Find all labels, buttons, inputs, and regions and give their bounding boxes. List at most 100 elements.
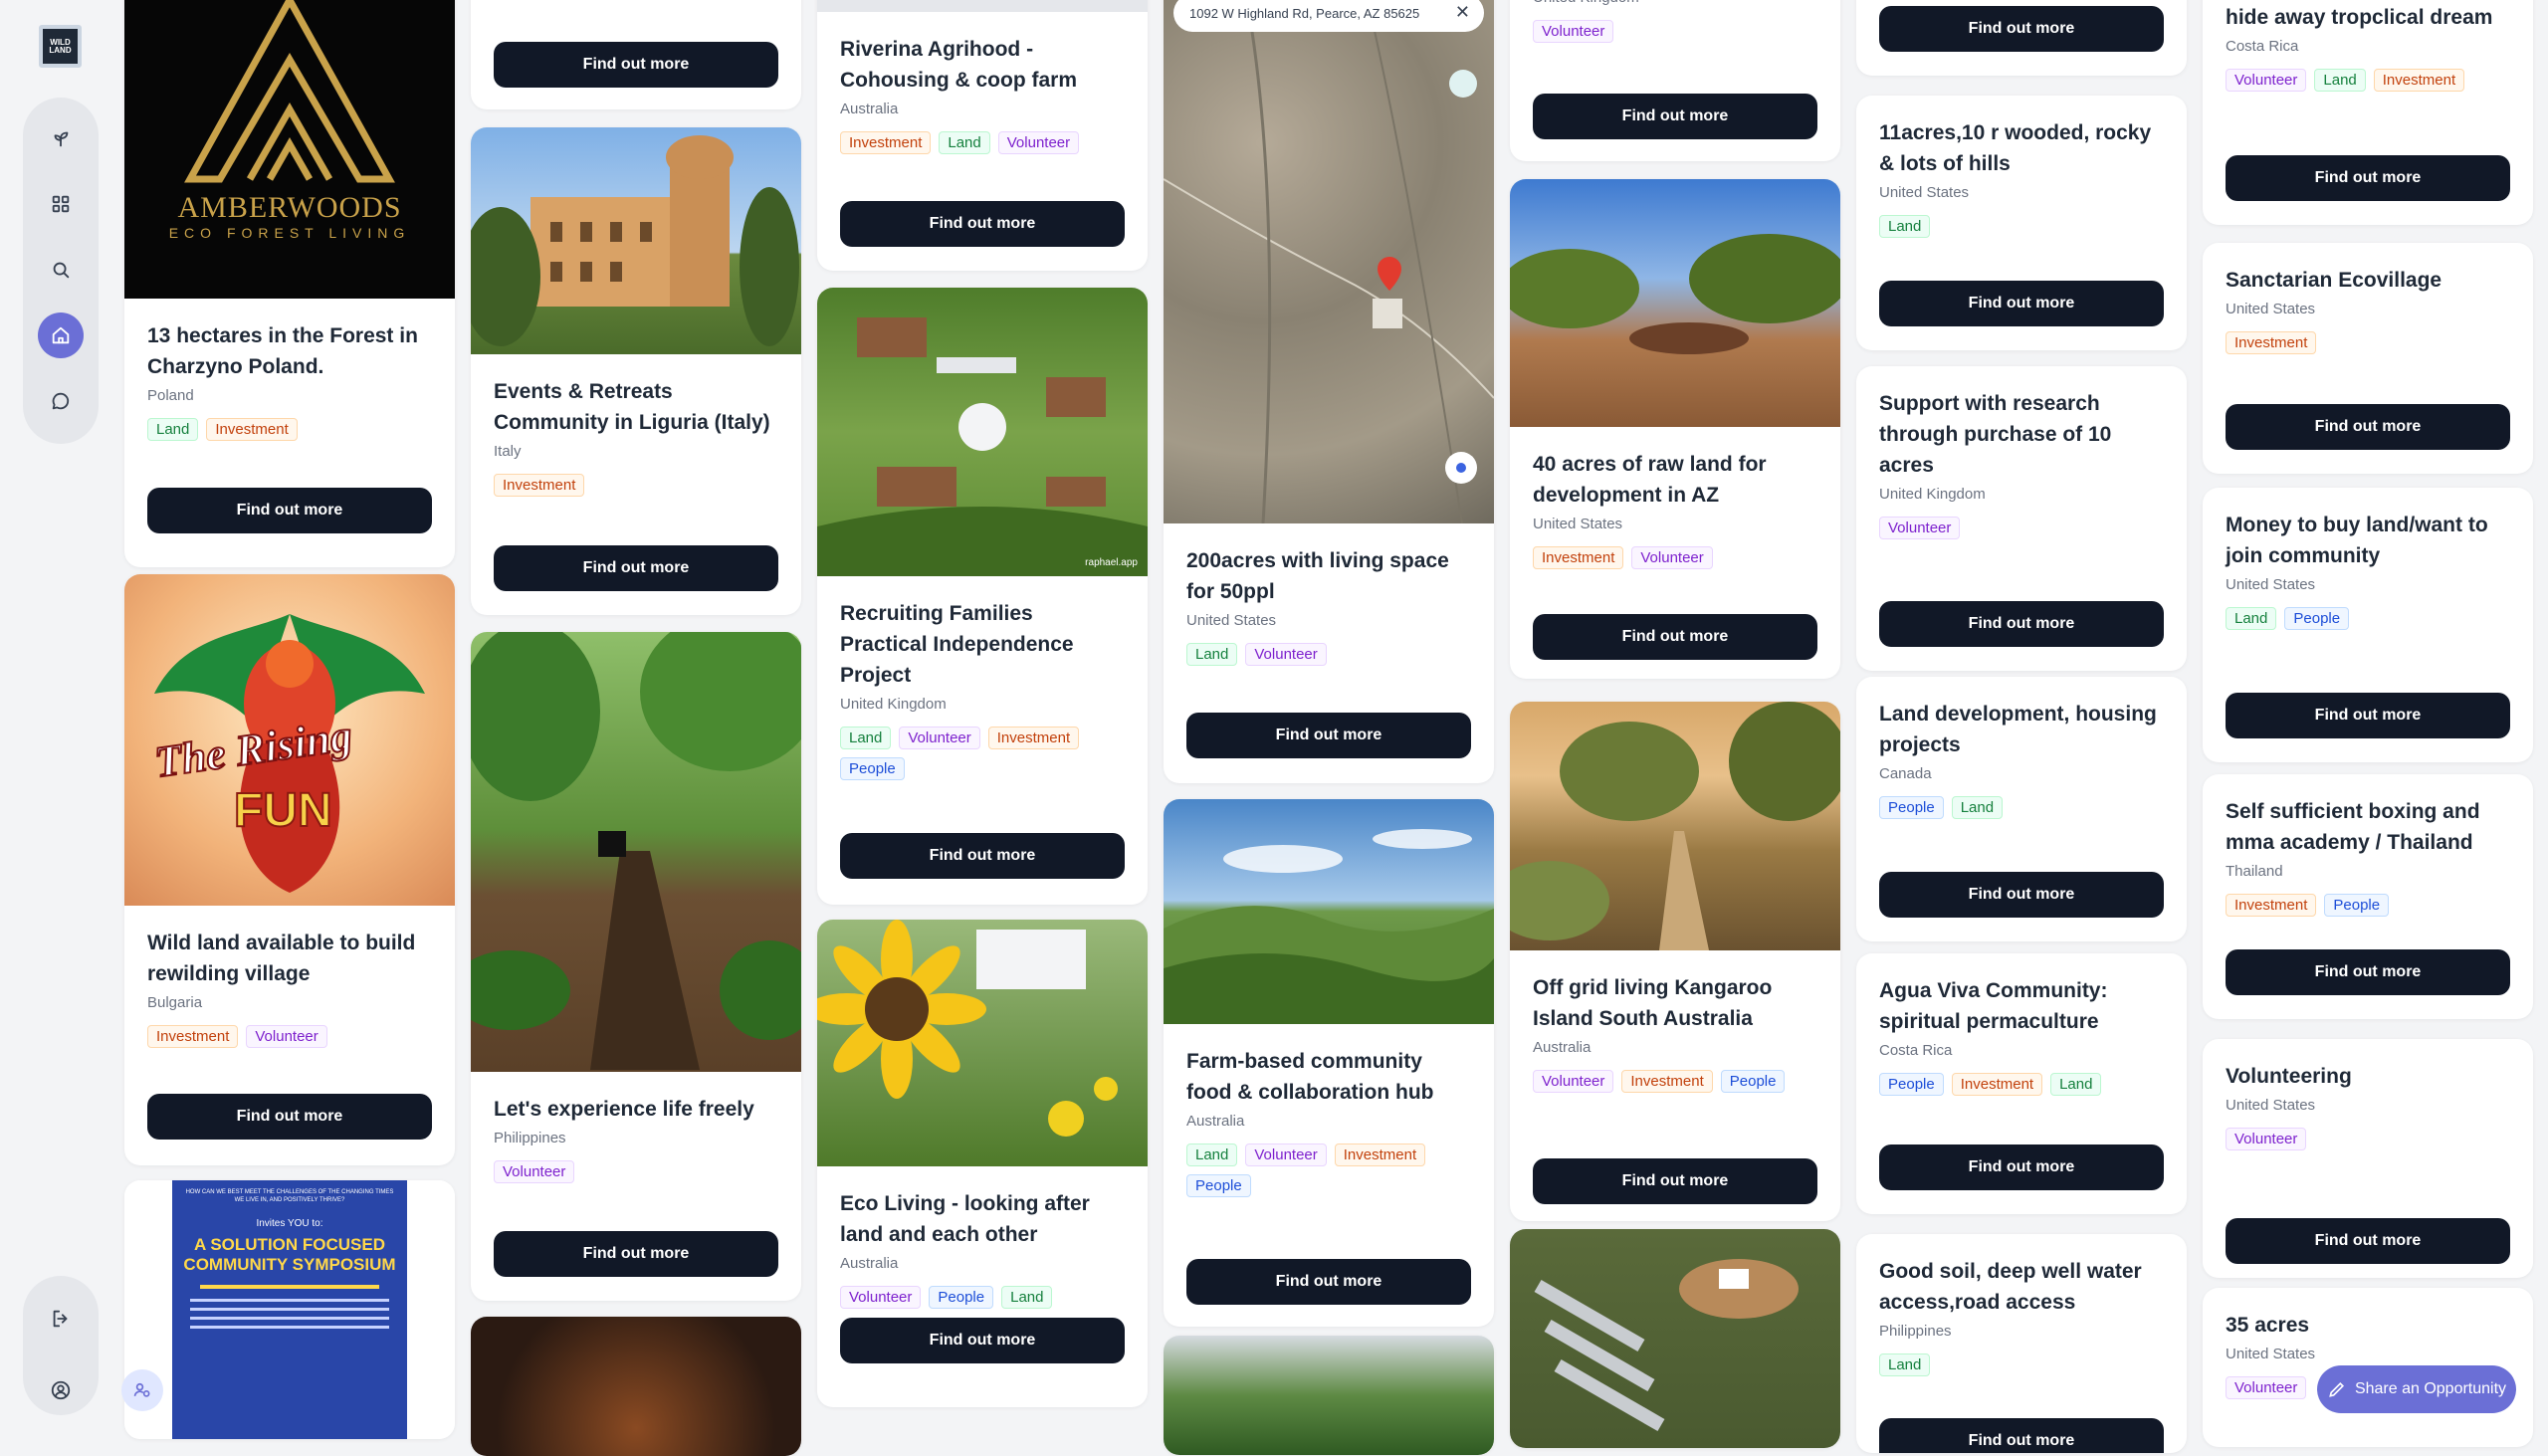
share-opportunity-button[interactable]: Share an Opportunity: [2317, 1365, 2516, 1413]
find-out-more-button[interactable]: Find out more: [1533, 1158, 1817, 1204]
find-out-more-button[interactable]: Find out more: [494, 42, 778, 88]
card-tags: Investment Volunteer: [147, 1025, 432, 1048]
find-out-more-button[interactable]: Find out more: [2226, 155, 2510, 201]
card-title[interactable]: Eco Living - looking after land and each…: [840, 1188, 1125, 1250]
logout-button[interactable]: [38, 1296, 84, 1342]
find-out-more-button[interactable]: Find out more: [1533, 614, 1817, 660]
opportunity-card[interactable]: hide away tropclical dream Costa Rica Volu…: [2203, 0, 2533, 225]
opportunity-card[interactable]: [471, 1317, 801, 1456]
opportunity-card[interactable]: Eco Living - looking after land and each…: [817, 920, 1148, 1407]
close-icon[interactable]: ✕: [1455, 2, 1470, 23]
find-out-more-button[interactable]: Find out more: [1879, 1418, 2164, 1453]
card-title[interactable]: Sanctarian Ecovillage: [2226, 265, 2510, 296]
card-tags: Volunteer: [1879, 517, 2164, 539]
opportunity-card[interactable]: Off grid living Kangaroo Island South Au…: [1510, 702, 1840, 1221]
opportunity-card[interactable]: Sanctarian Ecovillage United States Invest…: [2203, 243, 2533, 474]
card-title[interactable]: Volunteering: [2226, 1061, 2510, 1092]
opportunity-card[interactable]: Events & Retreats Community in Liguria (…: [471, 127, 801, 615]
find-out-more-button[interactable]: Find out more: [1186, 713, 1471, 758]
card-body: 13 hectares in the Forest in Charzyno Po…: [124, 299, 455, 441]
sidebar-logo[interactable]: WILD LAND: [39, 25, 82, 68]
opportunity-card[interactable]: Find out more: [1856, 0, 2187, 76]
opportunity-card[interactable]: The Rising FUN Wild land available to bui…: [124, 574, 455, 1165]
find-out-more-button[interactable]: Find out more: [1533, 94, 1817, 139]
opportunity-card[interactable]: [1510, 1229, 1840, 1448]
opportunity-card[interactable]: Good soil, deep well water access,road a…: [1856, 1234, 2187, 1453]
card-title[interactable]: 13 hectares in the Forest in Charzyno Po…: [147, 320, 432, 382]
tag-volunteer: Volunteer: [1533, 1070, 1614, 1093]
find-out-more-button[interactable]: Find out more: [840, 201, 1125, 247]
find-out-more-button[interactable]: Find out more: [1186, 1259, 1471, 1305]
bush-illustration: [1510, 702, 1840, 950]
map-address-bar[interactable]: 1092 W Highland Rd, Pearce, AZ 85625 ✕: [1173, 0, 1484, 32]
find-out-more-button[interactable]: Find out more: [2226, 404, 2510, 450]
amberwoods-brand: AMBERWOODS: [177, 191, 402, 224]
opportunity-card[interactable]: Volunteering United States Volunteer Find o…: [2203, 1039, 2533, 1278]
sidebar-nav: [23, 98, 99, 444]
opportunity-card[interactable]: AMBERWOODS ECO FOREST LIVING 13 hectares …: [124, 0, 455, 567]
opportunity-card[interactable]: Money to buy land/want to join community…: [2203, 488, 2533, 762]
find-out-more-button[interactable]: Find out more: [2226, 1218, 2510, 1264]
logout-icon: [53, 1310, 68, 1328]
card-title[interactable]: Agua Viva Community: spiritual permacult…: [1879, 975, 2164, 1037]
card-title[interactable]: Land development, housing projects: [1879, 699, 2164, 760]
find-out-more-button[interactable]: Find out more: [494, 1231, 778, 1277]
find-out-more-button[interactable]: Find out more: [2226, 693, 2510, 738]
find-out-more-button[interactable]: Find out more: [1879, 6, 2164, 52]
card-title[interactable]: Farm-based community food & collaboratio…: [1186, 1046, 1471, 1108]
tag-investment: Investment: [1533, 546, 1624, 569]
card-title[interactable]: Events & Retreats Community in Liguria (…: [494, 376, 778, 438]
find-out-more-button[interactable]: Find out more: [2226, 949, 2510, 995]
opportunity-card[interactable]: raphael.app Recruiting Families Practical…: [817, 288, 1148, 905]
card-title[interactable]: Recruiting Families Practical Independen…: [840, 598, 1125, 691]
opportunity-card[interactable]: Agua Viva Community: spiritual permacult…: [1856, 953, 2187, 1214]
opportunity-card[interactable]: HOW CAN WE BEST MEET THE CHALLENGES OF T…: [124, 1180, 455, 1439]
opportunity-card[interactable]: [1164, 1336, 1494, 1455]
sprout-icon: [54, 131, 69, 147]
card-title[interactable]: 11acres,10 r wooded, rocky & lots of hil…: [1879, 117, 2164, 179]
find-out-more-button[interactable]: Find out more: [1879, 601, 2164, 647]
find-out-more-button[interactable]: Find out more: [147, 1094, 432, 1140]
find-out-more-button[interactable]: Find out more: [494, 545, 778, 591]
nav-home[interactable]: [38, 312, 84, 358]
tag-people: People: [1879, 796, 1944, 819]
find-out-more-button[interactable]: Find out more: [147, 488, 432, 533]
opportunity-card[interactable]: Riverina Agrihood - Cohousing & coop far…: [817, 0, 1148, 271]
card-title[interactable]: Off grid living Kangaroo Island South Au…: [1533, 972, 1817, 1034]
opportunity-card[interactable]: Farm-based community food & collaboratio…: [1164, 799, 1494, 1327]
card-title[interactable]: Wild land available to build rewilding v…: [147, 928, 432, 989]
card-title[interactable]: hide away tropclical dream: [2226, 2, 2510, 33]
card-title[interactable]: Riverina Agrihood - Cohousing & coop far…: [840, 34, 1125, 96]
nav-sprout[interactable]: [38, 115, 84, 161]
card-title[interactable]: Let's experience life freely: [494, 1094, 778, 1125]
profile-button[interactable]: [38, 1367, 84, 1413]
opportunity-card[interactable]: Land development, housing projects Canada…: [1856, 677, 2187, 941]
opportunity-card[interactable]: Self sufficient boxing and mma academy /…: [2203, 774, 2533, 1019]
card-title[interactable]: Money to buy land/want to join community: [2226, 510, 2510, 571]
opportunity-card[interactable]: 40 acres of raw land for development in …: [1510, 179, 1840, 679]
find-out-more-button[interactable]: Find out more: [1879, 281, 2164, 326]
card-title[interactable]: Support with research through purchase o…: [1879, 388, 2164, 481]
opportunity-card[interactable]: Let's experience life freely Philippines V…: [471, 632, 801, 1301]
card-title[interactable]: 200acres with living space for 50ppl: [1186, 545, 1471, 607]
nav-search[interactable]: [38, 247, 84, 293]
card-title[interactable]: Good soil, deep well water access,road a…: [1879, 1256, 2164, 1318]
opportunity-card[interactable]: 1092 W Highland Rd, Pearce, AZ 85625 ✕ 200…: [1164, 0, 1494, 783]
card-title[interactable]: 40 acres of raw land for development in …: [1533, 449, 1817, 511]
nav-chat[interactable]: [38, 378, 84, 424]
opportunity-card[interactable]: Find out more: [471, 0, 801, 109]
card-country: Philippines: [1879, 1323, 1952, 1340]
find-out-more-button[interactable]: Find out more: [840, 1318, 1125, 1363]
opportunity-card[interactable]: United Kingdom Volunteer Find out more: [1510, 0, 1840, 161]
opportunity-card[interactable]: Support with research through purchase o…: [1856, 366, 2187, 671]
card-title[interactable]: 35 acres: [2226, 1310, 2510, 1341]
find-out-more-button[interactable]: Find out more: [1879, 1144, 2164, 1190]
opportunity-card[interactable]: 11acres,10 r wooded, rocky & lots of hil…: [1856, 96, 2187, 350]
card-title[interactable]: Self sufficient boxing and mma academy /…: [2226, 796, 2510, 858]
find-out-more-button[interactable]: Find out more: [840, 833, 1125, 879]
community-fab[interactable]: [121, 1369, 163, 1411]
nav-grid[interactable]: [38, 181, 84, 227]
card-country: Poland: [147, 387, 194, 404]
satellite-map[interactable]: [1164, 0, 1494, 523]
find-out-more-button[interactable]: Find out more: [1879, 872, 2164, 918]
